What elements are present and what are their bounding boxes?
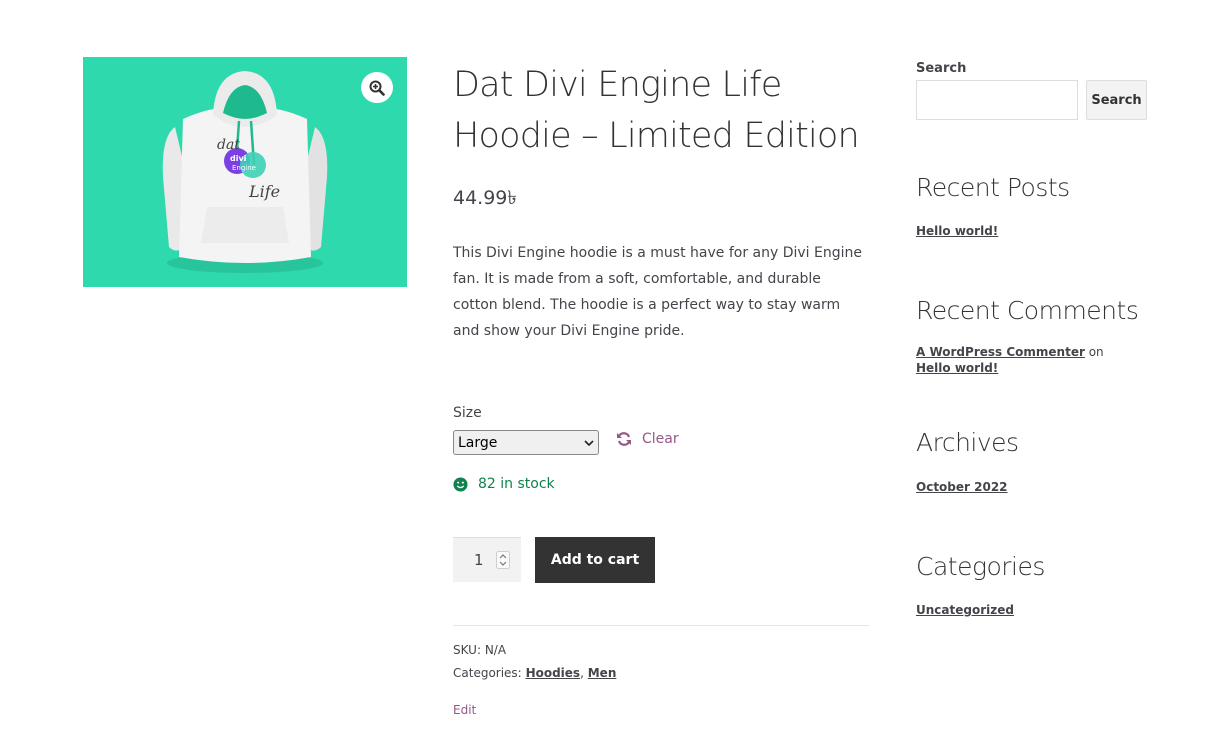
clear-label: Clear [642,431,679,447]
comment-author-link[interactable]: A WordPress Commenter [916,345,1085,359]
size-select[interactable]: Large [453,430,599,455]
category-link-hoodies[interactable]: Hoodies [526,666,581,680]
sku-line: SKU: N/A [453,643,506,657]
search-button[interactable]: Search [1086,80,1147,120]
categories-title: Categories [916,552,1045,581]
magnifier-plus-icon [369,80,385,96]
category-link-uncategorized[interactable]: Uncategorized [916,603,1014,617]
hoodie-print-engine: Engine [232,164,256,172]
category-link-men[interactable]: Men [588,666,617,680]
recent-post-link[interactable]: Hello world! [916,224,998,238]
archives-title: Archives [916,428,1019,457]
archive-link[interactable]: October 2022 [916,480,1008,494]
recent-posts-title: Recent Posts [916,173,1070,202]
quantity-stepper-icon[interactable] [496,551,510,569]
hoodie-print-divi: divi [230,154,247,163]
product-title: Dat Divi Engine Life Hoodie – Limited Ed… [453,65,860,156]
stock-text: 82 in stock [478,476,555,492]
zoom-button[interactable] [361,72,393,103]
add-to-cart-button[interactable]: Add to cart [535,537,655,583]
category-separator: , [580,666,584,680]
chevron-down-icon [584,439,594,446]
comment-post-link[interactable]: Hello world! [916,361,998,375]
sku-value: N/A [484,643,507,657]
clear-variation-link[interactable]: Clear [616,431,679,447]
hoodie-print-dat: dat [217,137,240,153]
search-label: Search [916,61,967,76]
recent-comments-title: Recent Comments [916,296,1139,325]
comment-on-text: on [1088,345,1104,359]
hoodie-print-life: Life [248,182,280,201]
recent-comment: A WordPress Commenter on Hello world! [916,344,1131,376]
quantity-input[interactable]: 1 [453,537,521,582]
quantity-value: 1 [474,551,484,569]
search-input[interactable] [916,80,1078,120]
categories-label: Categories: [453,666,522,680]
categories-line: Categories: Hoodies, Men [453,666,616,680]
sku-label: SKU: [453,643,481,657]
stock-status: 82 in stock [453,476,555,492]
refresh-icon [617,432,631,446]
product-summary: Dat Divi Engine Life Hoodie – Limited Ed… [453,60,869,344]
product-image[interactable]: dat divi Engine Life [83,57,407,287]
product-description: This Divi Engine hoodie is a must have f… [453,245,863,339]
edit-link[interactable]: Edit [453,703,476,717]
smiley-icon [453,476,468,492]
size-label: Size [453,405,482,421]
hoodie-illustration: dat divi Engine Life [162,71,328,273]
meta-divider [453,625,869,626]
size-select-value: Large [458,434,498,451]
product-price: 44.99৳ [453,187,517,209]
